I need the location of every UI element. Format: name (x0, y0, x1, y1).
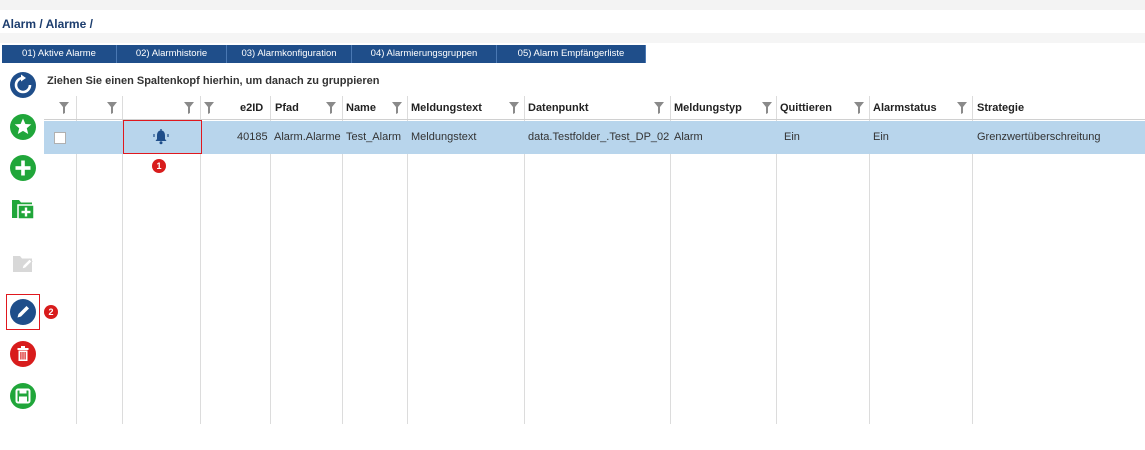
cell-quittieren: Ein (784, 131, 800, 143)
cell-name: Test_Alarm (346, 131, 402, 143)
add-folder-button[interactable] (8, 193, 38, 223)
tab-bar: 01) Aktive Alarme 02) Alarmhistorie 03) … (2, 45, 646, 63)
filter-icon[interactable] (654, 102, 664, 114)
table-row[interactable]: 40185 Alarm.Alarme Test_Alarm Meldungste… (44, 121, 1145, 154)
folder-edit-icon (13, 256, 33, 272)
breadcrumb[interactable]: Alarm / Alarme / (2, 17, 93, 31)
delete-button[interactable] (8, 339, 38, 369)
save-icon (10, 383, 36, 409)
col-header-quittieren[interactable]: Quittieren (780, 96, 832, 120)
breadcrumb-strip (0, 33, 1145, 43)
refresh-icon (10, 72, 36, 98)
annotation-badge-1: 1 (152, 159, 166, 173)
cell-datenpunkt: data.Testfolder_.Test_DP_02 (528, 131, 670, 143)
cell-pfad: Alarm.Alarme (274, 131, 341, 143)
refresh-button[interactable] (8, 70, 38, 100)
alarm-grid: Ziehen Sie einen Spaltenkopf hierhin, um… (44, 72, 1145, 424)
filter-icon[interactable] (509, 102, 519, 114)
row-checkbox[interactable] (54, 132, 66, 144)
tab-alarm-empfaengerliste[interactable]: 05) Alarm Empfängerliste (497, 45, 646, 63)
filter-icon[interactable] (854, 102, 864, 114)
filter-icon[interactable] (204, 102, 214, 114)
highlight-box-edit (6, 294, 40, 330)
tab-alarmierungsgruppen[interactable]: 04) Alarmierungsgruppen (352, 45, 497, 63)
save-button[interactable] (8, 381, 38, 411)
add-button[interactable] (8, 153, 38, 183)
filter-icon[interactable] (59, 102, 69, 114)
tab-aktive-alarme[interactable]: 01) Aktive Alarme (2, 45, 117, 63)
cell-alarmstatus: Ein (873, 131, 889, 143)
folder-plus-icon (12, 200, 35, 220)
highlight-box-bell (123, 120, 202, 154)
cell-meldungstext: Meldungstext (411, 131, 477, 143)
cell-meldungstyp: Alarm (674, 131, 703, 143)
filter-icon[interactable] (184, 102, 194, 114)
col-header-meldungstext[interactable]: Meldungstext (411, 96, 482, 120)
cell-strategie: Grenzwertüberschreitung (977, 131, 1101, 143)
tab-alarmkonfiguration[interactable]: 03) Alarmkonfiguration (227, 45, 352, 63)
plus-icon (10, 155, 36, 181)
col-header-strategie[interactable]: Strategie (977, 96, 1024, 120)
filter-icon[interactable] (957, 102, 967, 114)
edit-folder-button[interactable] (8, 248, 38, 278)
col-header-pfad[interactable]: Pfad (275, 96, 299, 120)
col-header-name[interactable]: Name (346, 96, 376, 120)
favorite-button[interactable] (8, 112, 38, 142)
filter-icon[interactable] (762, 102, 772, 114)
col-header-alarmstatus[interactable]: Alarmstatus (873, 96, 937, 120)
col-header-datenpunkt[interactable]: Datenpunkt (528, 96, 589, 120)
group-panel[interactable]: Ziehen Sie einen Spaltenkopf hierhin, um… (44, 72, 380, 96)
grid-header: e2ID Pfad Name Meldungstext Datenpunkt M… (44, 96, 1145, 120)
cell-e2id: 40185 (237, 131, 268, 143)
star-icon (10, 114, 36, 140)
filter-icon[interactable] (392, 102, 402, 114)
top-strip (0, 0, 1145, 10)
col-header-e2id[interactable]: e2ID (240, 96, 263, 120)
tab-alarmhistorie[interactable]: 02) Alarmhistorie (117, 45, 227, 63)
col-header-meldungstyp[interactable]: Meldungstyp (674, 96, 742, 120)
filter-icon[interactable] (326, 102, 336, 114)
left-toolbar (0, 68, 44, 428)
trash-icon (10, 341, 36, 367)
filter-icon[interactable] (107, 102, 117, 114)
